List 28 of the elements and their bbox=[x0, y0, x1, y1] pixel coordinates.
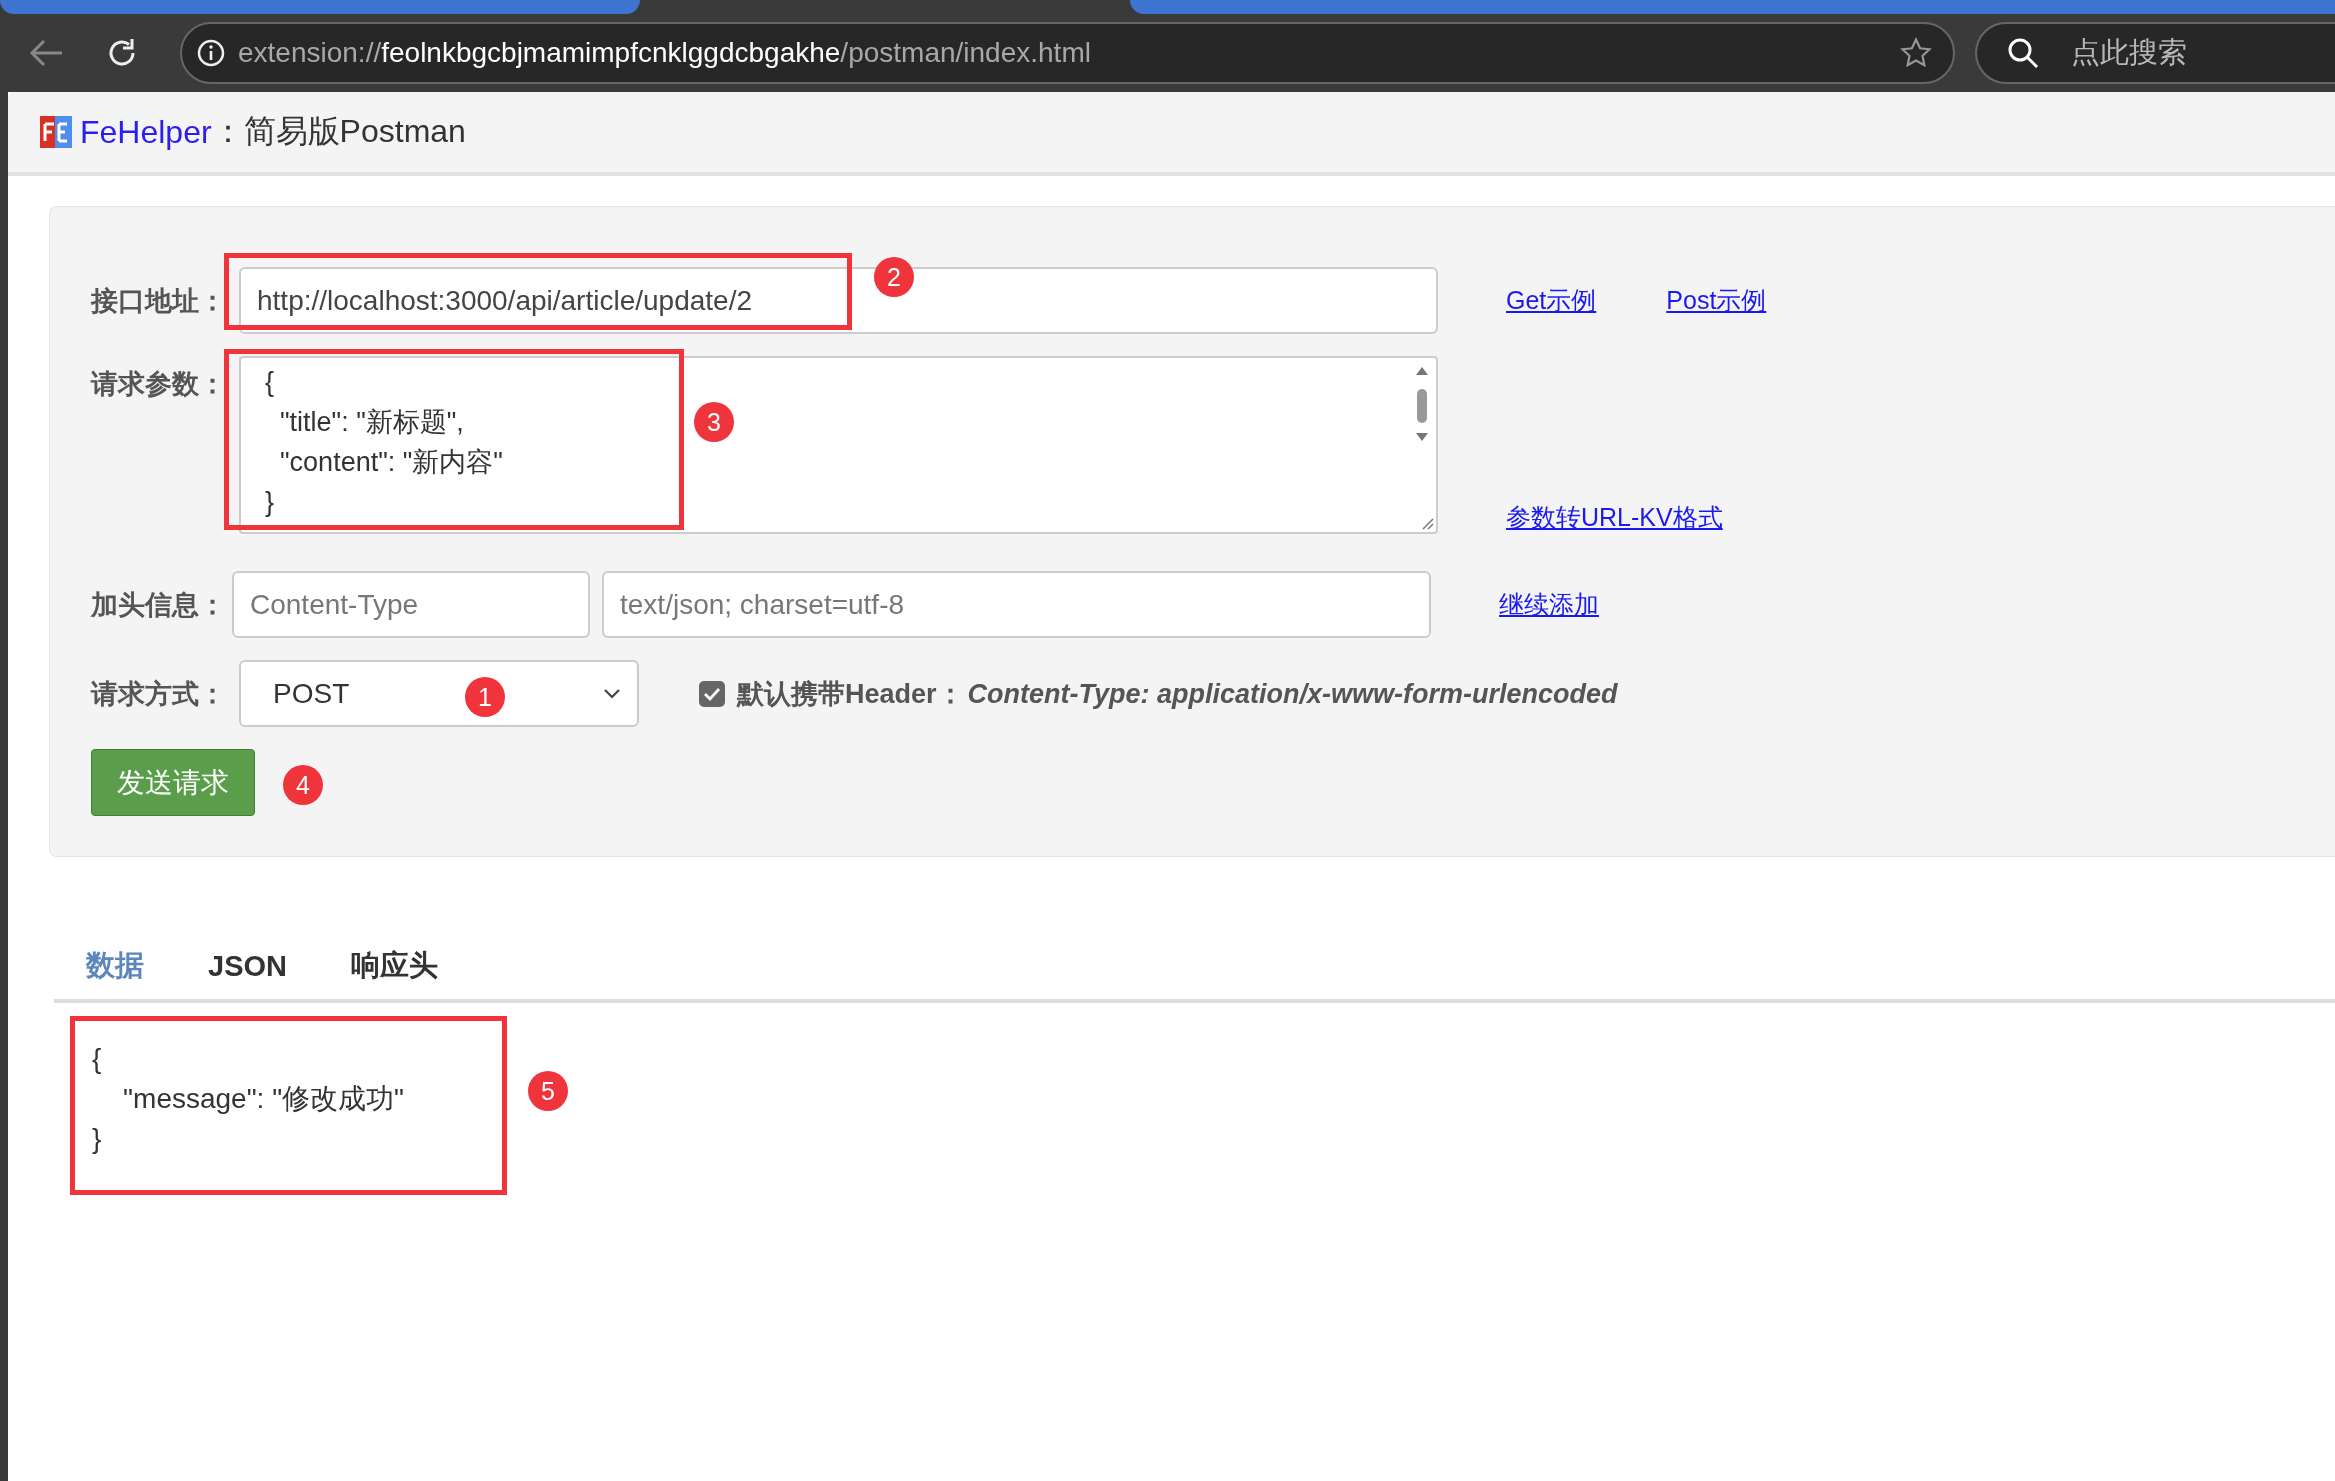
url-text: extension://feolnkbgcbjmamimpfcnklggdcbgakhe/postman/index.html bbox=[238, 37, 1092, 69]
info-icon[interactable] bbox=[196, 38, 226, 68]
header-key-field[interactable]: Content-Type bbox=[232, 571, 590, 638]
field-label: 加头信息： bbox=[91, 588, 227, 622]
resize-grip-icon[interactable] bbox=[1420, 516, 1434, 530]
header-value-field[interactable]: text/json; charset=utf-8 bbox=[602, 571, 1431, 638]
add-header-link[interactable]: 继续添加 bbox=[1499, 588, 1599, 621]
checkbox[interactable] bbox=[699, 680, 725, 707]
result-tab[interactable]: 数据 bbox=[86, 946, 208, 986]
search-icon bbox=[2007, 37, 2039, 69]
chevron-icon bbox=[603, 687, 621, 700]
star-icon[interactable] bbox=[1899, 36, 1933, 70]
search-placeholder: 点此搜索 bbox=[2071, 35, 2187, 70]
logo-icon bbox=[40, 116, 72, 148]
field-label: 请求参数： bbox=[91, 368, 227, 401]
response-text: { "message": "修改成功" } bbox=[92, 1042, 405, 1156]
field-label: 接口地址： bbox=[91, 284, 227, 318]
result-tab[interactable]: JSON bbox=[208, 949, 351, 983]
convert-link[interactable]: 参数转URL-KV格式 bbox=[1506, 501, 1723, 534]
search-field[interactable]: 点此搜索 bbox=[1975, 22, 2335, 84]
example-link[interactable]: Get示例 bbox=[1506, 284, 1597, 317]
page-title: ：简易版Postman bbox=[211, 112, 466, 151]
address-bar[interactable]: extension://feolnkbgcbjmamimpfcnklggdcbgakhe/postman/index.html bbox=[180, 22, 1955, 84]
field-label: 请求方式： bbox=[91, 677, 227, 711]
brand-name: FeHelper bbox=[80, 113, 212, 151]
result-tab[interactable]: 响应头 bbox=[351, 946, 502, 986]
default-header-text: 默认携带Header：Content-Type: application/x-www-form-urlencoded bbox=[737, 677, 1618, 711]
example-link[interactable]: Post示例 bbox=[1666, 284, 1767, 317]
